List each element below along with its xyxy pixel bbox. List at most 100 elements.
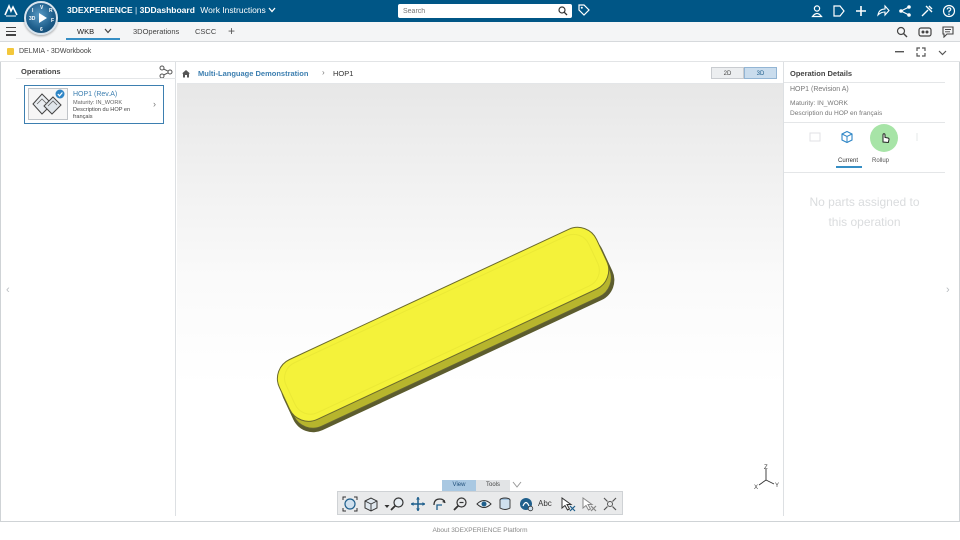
dassault-logo-icon[interactable]: [3, 3, 19, 19]
dashboard-selector[interactable]: Work Instructions: [200, 5, 276, 15]
divider: [16, 78, 176, 79]
breadcrumb-item-operation[interactable]: HOP1: [333, 69, 353, 78]
chevron-down-icon[interactable]: [512, 481, 522, 489]
active-tab-indicator: [66, 38, 120, 40]
collapse-right-icon[interactable]: ›: [946, 284, 950, 296]
share-tag-icon[interactable]: [832, 4, 846, 18]
view-toolbar: Abc: [337, 491, 623, 515]
tab-wkb[interactable]: WKB: [77, 27, 94, 36]
axis-label-x: X: [754, 485, 758, 491]
breadcrumb-bar: Multi-Language Demonstration › HOP1 2D 3…: [177, 62, 783, 84]
view-selector-icon[interactable]: [363, 496, 379, 512]
fit-all-icon[interactable]: [342, 496, 358, 512]
tag-icon[interactable]: [578, 4, 590, 16]
widget-menu-chevron-icon[interactable]: [938, 50, 947, 56]
breadcrumb-item-project[interactable]: Multi-Language Demonstration: [198, 69, 308, 78]
footer: About 3DEXPERIENCE Platform: [0, 522, 960, 540]
axis-triad-icon: Z X Y: [754, 465, 779, 491]
vr-view-icon[interactable]: [918, 26, 932, 38]
tab-tools[interactable]: Tools: [476, 480, 510, 491]
operation-maturity: Maturity: IN_WORK: [73, 100, 123, 106]
mode-3d-button[interactable]: 3D: [744, 67, 777, 79]
brand-separator: |: [135, 5, 138, 15]
play-icon: [39, 13, 47, 23]
chevron-right-icon: ›: [153, 99, 156, 109]
active-tab-indicator: [836, 166, 862, 168]
info-icon[interactable]: [910, 130, 924, 144]
operation-description: Description du HOP en français: [73, 107, 131, 120]
widget-title: DELMIA - 3DWorkbook: [19, 48, 92, 55]
tools-icon[interactable]: [920, 4, 934, 18]
search-box: [398, 4, 572, 18]
compass-label-f: F: [51, 18, 55, 24]
empty-state-line: this operation: [828, 215, 901, 229]
add-tab-button[interactable]: +: [228, 24, 235, 38]
section-icon[interactable]: [497, 496, 513, 512]
top-bar: 3D V 6 R I F 3DEXPERIENCE | 3DDashboard …: [0, 0, 960, 35]
unselect-icon[interactable]: [581, 496, 597, 512]
compass-button[interactable]: 3D V 6 R I F: [24, 1, 58, 35]
empty-state-message: No parts assigned to this operation: [784, 192, 945, 232]
mode-2d-button[interactable]: 2D: [711, 67, 744, 79]
tab-view[interactable]: View: [442, 480, 476, 491]
network-share-icon[interactable]: [898, 4, 912, 18]
search-input[interactable]: [398, 4, 548, 18]
3d-viewer[interactable]: View Tools Abc Z X Y: [177, 84, 783, 516]
image-icon[interactable]: [808, 130, 822, 144]
compass-label-r: R: [49, 8, 53, 14]
add-icon[interactable]: [854, 4, 868, 18]
tab-current[interactable]: Current: [838, 158, 858, 164]
minimize-icon[interactable]: [895, 51, 904, 53]
operations-title: Operations: [21, 67, 61, 76]
explode-icon[interactable]: [602, 496, 618, 512]
help-icon[interactable]: [942, 4, 956, 18]
tab-bar: WKB 3DOperations CSCC +: [0, 22, 960, 42]
measure-icon[interactable]: [518, 496, 534, 512]
search-content-icon[interactable]: [896, 26, 908, 38]
compass-label-v: V: [40, 5, 44, 11]
tab-rollup[interactable]: Rollup: [872, 158, 889, 164]
chat-icon[interactable]: [942, 26, 954, 38]
forward-icon[interactable]: [876, 4, 890, 18]
compass-label-i: I: [32, 8, 34, 14]
axis-label-z: Z: [764, 465, 768, 471]
collapse-left-icon[interactable]: ‹: [6, 284, 10, 296]
about-platform-link[interactable]: About 3DEXPERIENCE Platform: [0, 527, 960, 534]
pan-icon[interactable]: [410, 496, 426, 512]
home-icon[interactable]: [181, 69, 191, 78]
maximize-icon[interactable]: [916, 47, 926, 57]
brand-name: 3DEXPERIENCE: [67, 5, 133, 15]
tab-cscc[interactable]: CSCC: [195, 27, 216, 36]
divider: [784, 82, 945, 83]
empty-state-line: No parts assigned to: [809, 195, 920, 209]
rotate-icon[interactable]: [431, 496, 447, 512]
3d-parts-icon[interactable]: [840, 130, 854, 144]
dashboard-name: Work Instructions: [200, 5, 266, 15]
divider: [784, 172, 945, 173]
divider: [784, 122, 945, 123]
app-name: 3DDashboard: [139, 5, 195, 15]
details-maturity: Maturity: IN_WORK: [790, 100, 848, 107]
search-icon[interactable]: [558, 6, 568, 16]
zoom-icon[interactable]: [389, 496, 405, 512]
view-selector-dropdown-icon[interactable]: [379, 496, 390, 512]
details-title: Operation Details: [790, 69, 853, 78]
breadcrumb-separator-icon: ›: [322, 68, 325, 77]
tab-options-chevron-icon[interactable]: [104, 28, 112, 34]
axis-label-y: Y: [775, 483, 779, 489]
user-icon[interactable]: [810, 4, 824, 18]
select-icon[interactable]: [560, 496, 576, 512]
operation-thumbnail-icon: [28, 88, 68, 120]
hand-pointer-icon[interactable]: [878, 130, 892, 144]
operation-details-panel: Operation Details HOP1 (Revision A) Matu…: [783, 62, 945, 516]
operation-card-hop1[interactable]: HOP1 (Rev.A) Maturity: IN_WORK Descripti…: [24, 85, 164, 124]
tree-view-icon[interactable]: [158, 65, 174, 79]
annotation-text-icon[interactable]: Abc: [538, 496, 556, 512]
tab-3doperations[interactable]: 3DOperations: [133, 27, 179, 36]
brand-title: 3DEXPERIENCE | 3DDashboard Work Instruct…: [67, 5, 276, 15]
zoom-area-icon[interactable]: [452, 496, 468, 512]
3d-part-model[interactable]: [177, 84, 783, 516]
compass-label-6: 6: [40, 27, 43, 33]
look-at-icon[interactable]: [476, 496, 492, 512]
menu-icon[interactable]: [6, 27, 16, 38]
